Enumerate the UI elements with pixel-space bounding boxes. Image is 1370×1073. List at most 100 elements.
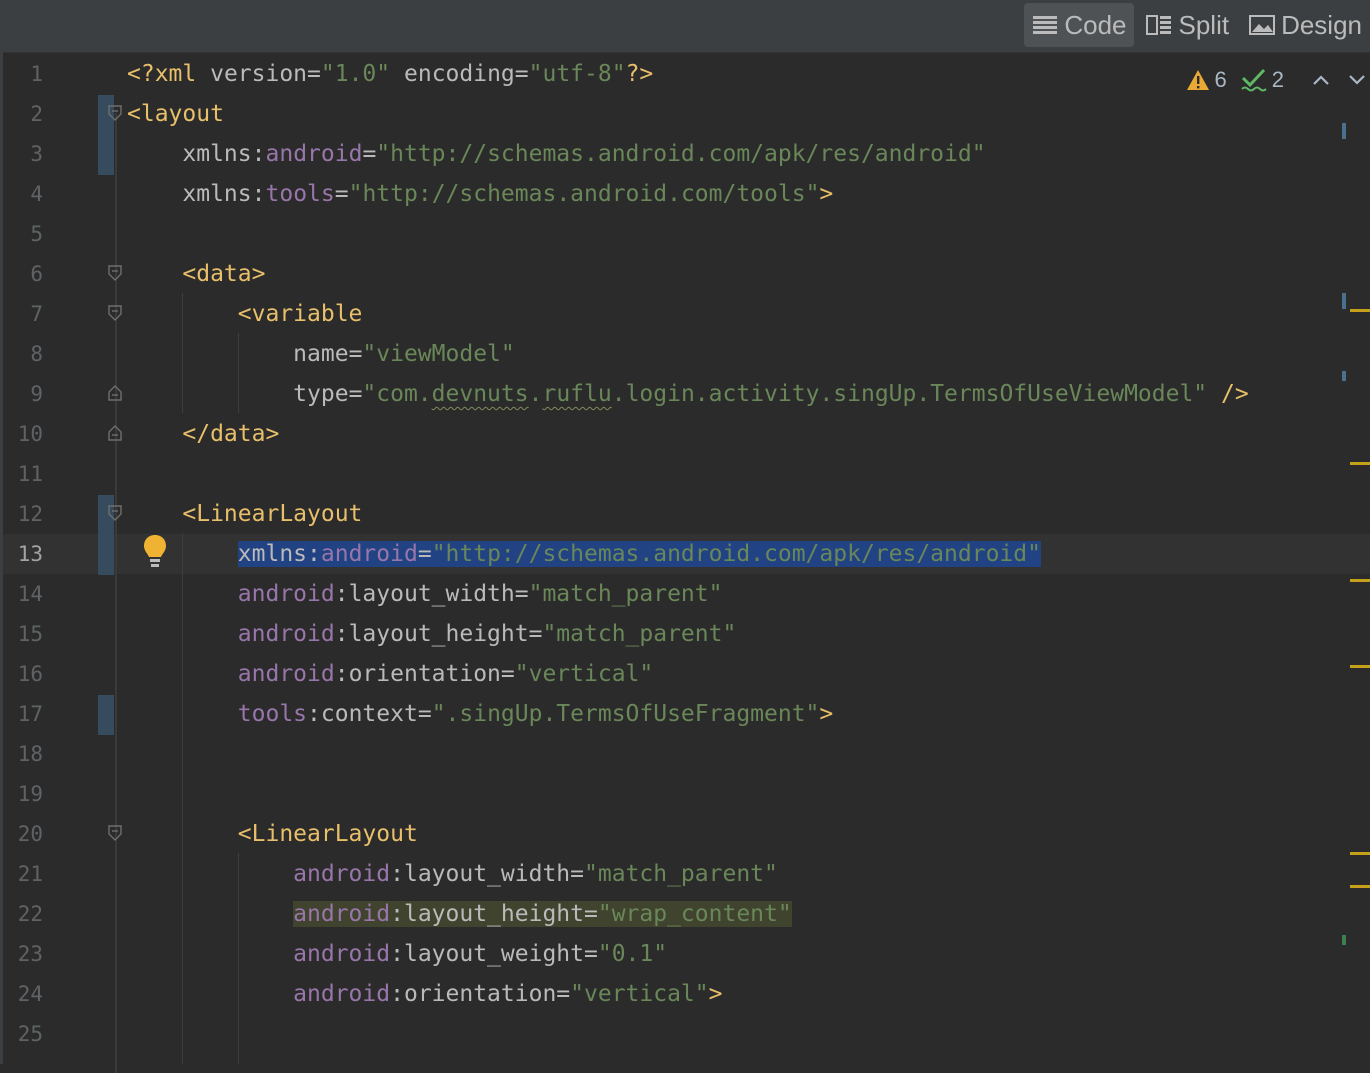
line-number[interactable]: 21 xyxy=(3,854,43,894)
line-number[interactable]: 9 xyxy=(3,374,43,414)
line-number[interactable]: 17 xyxy=(3,694,43,734)
code-text[interactable]: android:layout_weight="0.1" xyxy=(127,934,667,974)
code-line[interactable]: 12 <LinearLayout xyxy=(3,494,1370,534)
code-text[interactable]: xmlns:android="http://schemas.android.co… xyxy=(127,534,1041,574)
stripe-warning-mark[interactable] xyxy=(1350,885,1370,888)
previous-highlight-button[interactable] xyxy=(1308,67,1334,93)
code-text[interactable]: <variable xyxy=(127,294,362,334)
code-text[interactable]: name="viewModel" xyxy=(127,334,515,374)
code-line[interactable]: 23 android:layout_weight="0.1" xyxy=(3,934,1370,974)
code-line[interactable]: 6 <data> xyxy=(3,254,1370,294)
code-text[interactable]: android:layout_height="match_parent" xyxy=(127,614,736,654)
fold-collapse-icon[interactable] xyxy=(107,265,123,281)
code-line[interactable]: 16 android:orientation="vertical" xyxy=(3,654,1370,694)
fold-collapse-icon[interactable] xyxy=(107,105,123,121)
next-highlight-button[interactable] xyxy=(1344,67,1370,93)
code-editor[interactable]: 1<?xml version="1.0" encoding="utf-8"?>2… xyxy=(3,53,1370,1064)
stripe-change-mark[interactable] xyxy=(1342,293,1346,309)
vcs-change-marker[interactable] xyxy=(98,695,114,735)
code-text[interactable]: xmlns:tools="http://schemas.android.com/… xyxy=(127,174,833,214)
code-text[interactable]: <layout xyxy=(127,94,224,134)
code-line[interactable]: 17 tools:context=".singUp.TermsOfUseFrag… xyxy=(3,694,1370,734)
line-number[interactable]: 25 xyxy=(3,1014,43,1054)
fold-collapse-icon[interactable] xyxy=(107,505,123,521)
code-line[interactable]: 18 xyxy=(3,734,1370,774)
code-text[interactable]: <LinearLayout xyxy=(127,814,418,854)
fold-collapse-icon[interactable] xyxy=(107,305,123,321)
line-number[interactable]: 16 xyxy=(3,654,43,694)
code-text[interactable]: xmlns:android="http://schemas.android.co… xyxy=(127,134,986,174)
line-number[interactable]: 1 xyxy=(3,54,43,94)
eq-token: : xyxy=(335,661,349,687)
highlighted-token: : xyxy=(390,901,404,927)
split-view-button[interactable]: Split xyxy=(1138,3,1237,47)
stripe-warning-mark[interactable] xyxy=(1350,462,1370,465)
code-line[interactable]: 22 android:layout_height="wrap_content" xyxy=(3,894,1370,934)
fold-end-icon[interactable] xyxy=(107,385,123,401)
stripe-weak-warning-mark[interactable] xyxy=(1342,935,1346,945)
code-text[interactable]: <LinearLayout xyxy=(127,494,362,534)
chevron-down-icon xyxy=(1348,74,1366,86)
stripe-warning-mark[interactable] xyxy=(1350,309,1370,312)
warnings-indicator[interactable]: 6 xyxy=(1186,67,1227,93)
code-line[interactable]: 25 xyxy=(3,1014,1370,1054)
code-line[interactable]: 24 android:orientation="vertical"> xyxy=(3,974,1370,1014)
code-line[interactable]: 4 xmlns:tools="http://schemas.android.co… xyxy=(3,174,1370,214)
line-number[interactable]: 7 xyxy=(3,294,43,334)
code-line[interactable]: 8 name="viewModel" xyxy=(3,334,1370,374)
code-line[interactable]: 20 <LinearLayout xyxy=(3,814,1370,854)
code-line[interactable]: 1 <?xml version="1.0" encoding="utf-8"?> xyxy=(3,54,1370,94)
code-text[interactable]: tools:context=".singUp.TermsOfUseFragmen… xyxy=(127,694,833,734)
line-number[interactable]: 2 xyxy=(3,94,43,134)
code-line[interactable]: 19 xyxy=(3,774,1370,814)
code-line[interactable]: 11 xyxy=(3,454,1370,494)
code-line[interactable]: 7 <variable xyxy=(3,294,1370,334)
code-text[interactable]: <data> xyxy=(127,254,265,294)
code-text[interactable]: <?xml version="1.0" encoding="utf-8"?> xyxy=(127,54,653,94)
code-text[interactable]: android:orientation="vertical"> xyxy=(127,974,723,1014)
code-line[interactable]: 5 xyxy=(3,214,1370,254)
line-number[interactable]: 19 xyxy=(3,774,43,814)
line-number[interactable]: 24 xyxy=(3,974,43,1014)
line-number[interactable]: 8 xyxy=(3,334,43,374)
code-text[interactable]: android:layout_width="match_parent" xyxy=(127,574,722,614)
code-text[interactable]: type="com.devnuts.ruflu.login.activity.s… xyxy=(127,374,1249,414)
code-text[interactable]: android:orientation="vertical" xyxy=(127,654,653,694)
code-view-button[interactable]: Code xyxy=(1024,3,1134,47)
line-number[interactable]: 10 xyxy=(3,414,43,454)
line-number[interactable]: 12 xyxy=(3,494,43,534)
line-number[interactable]: 22 xyxy=(3,894,43,934)
line-number[interactable]: 4 xyxy=(3,174,43,214)
line-number[interactable]: 23 xyxy=(3,934,43,974)
line-number[interactable]: 18 xyxy=(3,734,43,774)
line-number[interactable]: 15 xyxy=(3,614,43,654)
line-number[interactable]: 11 xyxy=(3,454,43,494)
fold-collapse-icon[interactable] xyxy=(107,825,123,841)
fold-end-icon[interactable] xyxy=(107,425,123,441)
line-number[interactable]: 3 xyxy=(3,134,43,174)
stripe-change-mark[interactable] xyxy=(1342,123,1346,139)
line-number[interactable]: 13 xyxy=(3,534,43,574)
code-text[interactable]: </data> xyxy=(127,414,279,454)
stripe-warning-mark[interactable] xyxy=(1350,579,1370,582)
code-line[interactable]: 13 xmlns:android="http://schemas.android… xyxy=(3,534,1370,574)
code-text[interactable]: android:layout_width="match_parent" xyxy=(127,854,778,894)
code-line[interactable]: 10 </data> xyxy=(3,414,1370,454)
code-line[interactable]: 2 <layout xyxy=(3,94,1370,134)
code-line[interactable]: 21 android:layout_width="match_parent" xyxy=(3,854,1370,894)
code-line[interactable]: 9 type="com.devnuts.ruflu.login.activity… xyxy=(3,374,1370,414)
code-line[interactable]: 3 xmlns:android="http://schemas.android.… xyxy=(3,134,1370,174)
line-number[interactable]: 6 xyxy=(3,254,43,294)
stripe-warning-mark[interactable] xyxy=(1350,852,1370,855)
lightbulb-intention-icon[interactable] xyxy=(142,533,168,569)
weak-warnings-indicator[interactable]: 2 xyxy=(1241,67,1284,93)
line-number[interactable]: 20 xyxy=(3,814,43,854)
code-text[interactable]: android:layout_height="wrap_content" xyxy=(127,894,792,934)
stripe-warning-mark[interactable] xyxy=(1350,665,1370,668)
stripe-change-mark[interactable] xyxy=(1342,371,1346,381)
code-line[interactable]: 14 android:layout_width="match_parent" xyxy=(3,574,1370,614)
line-number[interactable]: 14 xyxy=(3,574,43,614)
line-number[interactable]: 5 xyxy=(3,214,43,254)
design-view-button[interactable]: Design xyxy=(1241,3,1370,47)
code-line[interactable]: 15 android:layout_height="match_parent" xyxy=(3,614,1370,654)
